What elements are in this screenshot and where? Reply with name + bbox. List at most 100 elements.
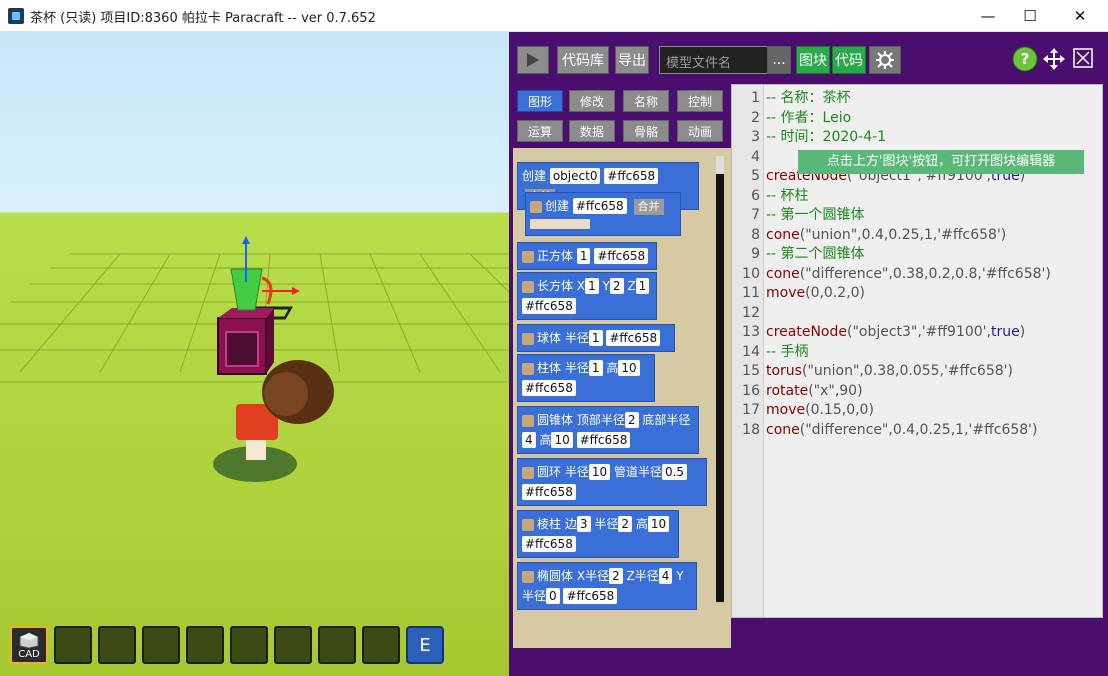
block-color-field[interactable]: #ffc658	[522, 536, 576, 552]
filename-browse-button[interactable]: ...	[767, 46, 791, 74]
category-name[interactable]: 名称	[623, 90, 669, 112]
block-size-field[interactable]: 1	[576, 248, 591, 264]
hotbar-slot[interactable]	[362, 626, 400, 664]
line-number: 14	[742, 343, 760, 360]
block-radius-label: 半径	[564, 331, 589, 345]
block-height-field[interactable]: 10	[647, 516, 670, 532]
block-cone[interactable]: 圆锥体 顶部半径 2 底部半径 4 高 10 #ffc658	[517, 406, 699, 454]
maximize-button[interactable]: ☐	[1006, 0, 1054, 32]
block-color-field[interactable]: #ffc658	[522, 484, 576, 500]
category-modify[interactable]: 修改	[569, 90, 615, 112]
line-number: 17	[742, 402, 760, 418]
block-create-sub[interactable]: 创建 #ffc658 合并	[525, 192, 681, 236]
code-function: torus	[766, 363, 802, 379]
hotbar-slot[interactable]	[318, 626, 356, 664]
block-color-field[interactable]: #ffc658	[522, 380, 576, 396]
block-edges-field[interactable]: 3	[576, 516, 591, 532]
block-sphere[interactable]: 球体 半径 1 #ffc658	[517, 324, 675, 352]
cad-cube-icon	[19, 632, 39, 649]
inventory-e-button[interactable]: E	[406, 626, 444, 664]
block-radius-field[interactable]: 1	[588, 360, 603, 376]
hotbar-slot[interactable]	[274, 626, 312, 664]
line-number: 4	[751, 148, 760, 165]
block-radius-field[interactable]: 1	[588, 330, 603, 346]
block-add-icon	[522, 518, 534, 531]
minimize-button[interactable]: —	[964, 0, 1012, 32]
move-icon[interactable]	[1043, 48, 1065, 70]
code-library-button[interactable]: 代码库	[557, 46, 609, 74]
block-prism[interactable]: 棱柱 边3 半径 2 高 10 #ffc658	[517, 510, 679, 558]
block-color-field[interactable]: #ffc658	[594, 248, 649, 264]
block-color-field[interactable]: #ffc658	[563, 588, 618, 604]
block-bottom-radius-field[interactable]: 4	[522, 432, 536, 448]
block-z-field[interactable]: 1	[635, 278, 650, 294]
code-function: cone	[766, 226, 800, 243]
block-tube-field[interactable]: 0.5	[661, 464, 688, 480]
block-palette-scrollbar[interactable]	[716, 156, 724, 602]
block-ellipsoid[interactable]: 椭圆体 X半径 2 Z半径 4 Y 半径 0 #ffc658	[517, 562, 697, 610]
block-torus[interactable]: 圆环 半径 10 管道半径 0.5 #ffc658	[517, 458, 707, 506]
hotbar-slot[interactable]	[186, 626, 224, 664]
line-number: 3	[751, 129, 760, 145]
block-merge-toggle[interactable]: 合并	[633, 199, 664, 215]
block-radius-label: 半径	[564, 361, 589, 375]
close-button[interactable]: ✕	[1056, 0, 1104, 32]
run-button[interactable]	[517, 46, 549, 74]
block-xr-field[interactable]: 2	[609, 568, 623, 584]
hotbar-slot[interactable]	[230, 626, 268, 664]
code-args: ("union",0.4,0.25,1,'#ffc658')	[799, 226, 1007, 243]
export-button[interactable]: 导出	[615, 46, 649, 74]
block-color-field[interactable]: #ffc658	[522, 298, 576, 314]
code-editor[interactable]: 1 -- 名称：茶杯 2 -- 作者：Leio 3 -- 时间：2020-4-1 4 5 cre…	[731, 84, 1103, 618]
block-top-radius-field[interactable]: 2	[624, 412, 639, 428]
block-y-field[interactable]: 2	[609, 278, 624, 294]
code-args: ("difference",0.4,0.25,1,'#ffc658')	[799, 421, 1038, 438]
block-box[interactable]: 长方体 X1 Y2 Z1 #ffc658	[517, 272, 657, 320]
teacup-model[interactable]	[230, 268, 273, 311]
hotbar-slot-cad[interactable]: CAD	[10, 626, 48, 664]
category-shape[interactable]: 图形	[517, 90, 563, 112]
scene-viewport[interactable]: CAD E	[0, 32, 509, 676]
block-radius-field[interactable]: 2	[618, 516, 632, 532]
block-height-field[interactable]: 10	[551, 432, 573, 448]
block-color-field[interactable]: #ffc658	[572, 198, 627, 214]
line-number: 12	[742, 304, 760, 321]
category-operators[interactable]: 运算	[517, 120, 563, 142]
code-tab-button[interactable]: 代码	[832, 46, 866, 74]
block-y-label: Y	[676, 569, 684, 583]
code-line: cone("union",0.4,0.25,1,'#ffc658')	[766, 226, 1006, 246]
block-radius-field[interactable]: 10	[588, 464, 611, 480]
code-line: -- 作者：Leio	[766, 109, 852, 126]
block-height-field[interactable]: 10	[618, 360, 640, 376]
block-x-field[interactable]: 1	[585, 278, 599, 294]
settings-button[interactable]	[869, 46, 901, 74]
model-block[interactable]	[217, 308, 274, 375]
hotbar-slot[interactable]	[142, 626, 180, 664]
line-number: 7	[751, 207, 760, 223]
player-avatar[interactable]	[213, 360, 334, 482]
category-bones[interactable]: 骨骼	[623, 120, 669, 142]
block-zr-field[interactable]: 4	[658, 568, 673, 584]
category-control[interactable]: 控制	[677, 90, 723, 112]
block-color-field[interactable]: #ffc658	[576, 432, 631, 448]
scrollbar-thumb[interactable]	[716, 156, 724, 174]
hotbar: CAD E	[10, 626, 444, 664]
close-panel-icon[interactable]	[1073, 48, 1093, 68]
block-yr-field[interactable]: 0	[546, 588, 560, 604]
line-number: 16	[742, 382, 760, 399]
block-name-field[interactable]: object0	[549, 168, 601, 184]
line-number: 8	[751, 226, 760, 243]
block-color-field[interactable]: #ffc658	[604, 168, 659, 184]
code-line: torus("union",0.38,0.055,'#ffc658')	[766, 362, 1013, 382]
category-data[interactable]: 数据	[569, 120, 615, 142]
blocks-tab-button[interactable]: 图块	[796, 46, 830, 74]
block-cylinder[interactable]: 柱体 半径 1 高 10 #ffc658	[517, 354, 655, 402]
code-function: move	[766, 285, 806, 301]
hotbar-slot[interactable]	[54, 626, 92, 664]
help-icon[interactable]: ?	[1012, 46, 1038, 72]
block-color-field[interactable]: #ffc658	[606, 330, 661, 346]
hotbar-slot[interactable]	[98, 626, 136, 664]
category-animation[interactable]: 动画	[677, 120, 723, 142]
block-cube[interactable]: 正方体 1 #ffc658	[517, 242, 657, 270]
code-args: (0,0.2,0)	[805, 285, 866, 301]
